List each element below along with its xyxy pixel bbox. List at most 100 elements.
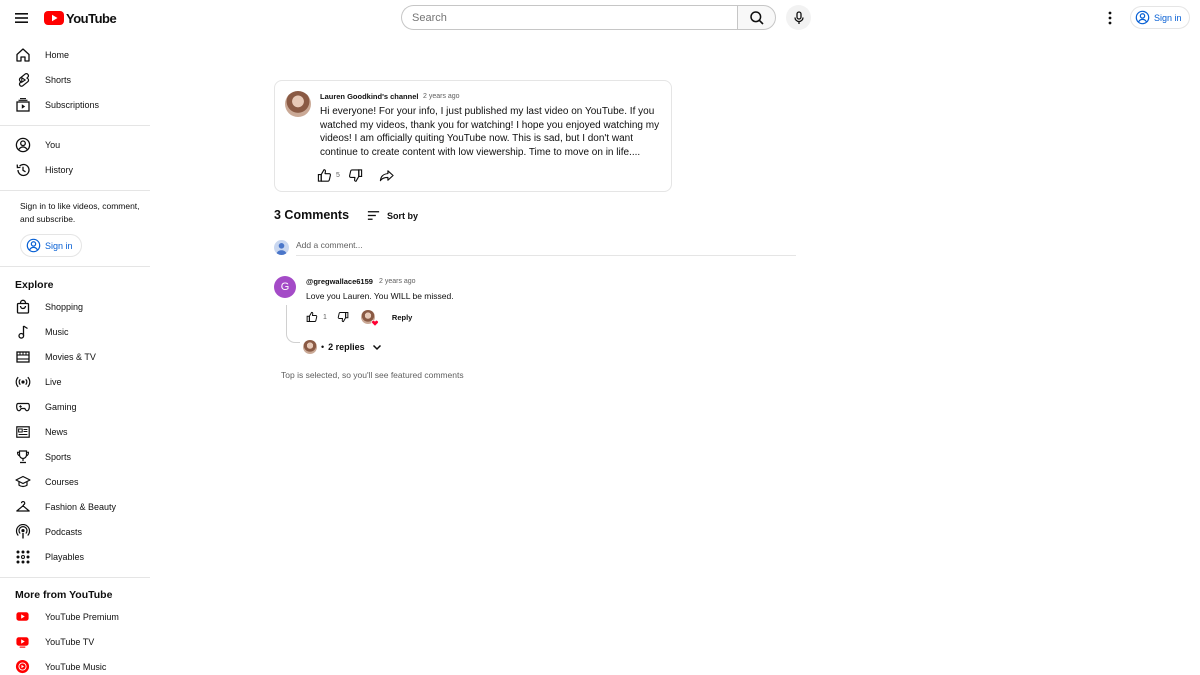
sidebar-item-fashion-beauty[interactable]: Fashion & Beauty <box>0 494 150 519</box>
account-circle-icon <box>1135 10 1150 25</box>
more-options-icon[interactable] <box>1102 8 1118 28</box>
search-input[interactable] <box>401 5 737 30</box>
thumbs-up-icon <box>317 168 332 182</box>
subscriptions-icon <box>14 96 31 113</box>
comment-timestamp[interactable]: 2 years ago <box>379 278 416 285</box>
view-replies-button[interactable]: • 2 replies <box>303 339 383 355</box>
post-timestamp[interactable]: 2 years ago <box>423 93 460 100</box>
thread-line <box>286 305 300 343</box>
post-author[interactable]: Lauren Goodkind's channel <box>320 92 418 101</box>
home-icon <box>14 46 31 63</box>
music-icon <box>14 323 31 340</box>
youtube-music-icon <box>14 658 31 675</box>
reply-author-avatar <box>303 340 317 354</box>
history-icon <box>14 161 31 178</box>
comment-actions: 1 Reply <box>306 309 412 327</box>
shopping-icon <box>14 298 31 315</box>
comment-dislike-button[interactable] <box>337 311 349 323</box>
sidebar-item-playables[interactable]: Playables <box>0 544 150 569</box>
sidebar-item-podcasts[interactable]: Podcasts <box>0 519 150 544</box>
voice-search-button[interactable] <box>786 5 811 30</box>
sign-in-button[interactable]: Sign in <box>1130 6 1190 29</box>
more-from-youtube-title: More from YouTube <box>15 589 113 601</box>
sort-by-label: Sort by <box>387 210 419 221</box>
sidebar-item-home[interactable]: Home <box>0 42 150 67</box>
sidebar-item-movies-tv[interactable]: Movies & TV <box>0 344 150 369</box>
fashion-icon <box>14 498 31 515</box>
sidebar-item-news[interactable]: News <box>0 419 150 444</box>
youtube-play-icon <box>44 11 64 25</box>
chevron-down-icon <box>372 344 381 351</box>
sort-icon <box>367 211 380 220</box>
menu-icon[interactable] <box>12 8 32 28</box>
creator-heart-badge <box>360 310 379 327</box>
sidebar-divider <box>0 577 150 578</box>
podcasts-icon <box>14 523 31 540</box>
sidebar-item-gaming[interactable]: Gaming <box>0 394 150 419</box>
share-icon <box>379 169 394 181</box>
channel-avatar[interactable] <box>285 91 311 117</box>
sidebar-item-courses[interactable]: Courses <box>0 469 150 494</box>
user-avatar <box>274 240 289 255</box>
account-circle-icon <box>26 238 41 253</box>
commenter-avatar[interactable]: G <box>274 276 296 298</box>
heart-icon <box>371 320 379 327</box>
search-button[interactable] <box>737 5 776 30</box>
replies-label: 2 replies <box>328 342 365 352</box>
post-actions: 5 <box>317 166 394 184</box>
sidebar-item-youtube-tv[interactable]: YouTube TV <box>0 629 150 654</box>
sidebar-item-youtube-premium[interactable]: YouTube Premium <box>0 604 150 629</box>
sidebar-item-sports[interactable]: Sports <box>0 444 150 469</box>
like-count: 5 <box>336 171 340 179</box>
sidebar: Home Shorts Subscriptions You History Si… <box>0 36 150 675</box>
youtube-logo[interactable]: YouTube <box>44 9 117 27</box>
youtube-premium-icon <box>14 608 31 625</box>
movies-icon <box>14 348 31 365</box>
comment-like-count: 1 <box>323 313 327 321</box>
comments-header: 3 Comments Sort by <box>274 208 418 222</box>
sign-in-prompt: Sign in to like videos, comment, and sub… <box>20 201 140 224</box>
gaming-icon <box>14 398 31 415</box>
search-icon <box>749 10 764 25</box>
featured-comments-note: Top is selected, so you'll see featured … <box>281 370 464 380</box>
masthead: YouTube Sign in <box>0 0 1200 36</box>
reply-button[interactable]: Reply <box>392 313 412 322</box>
playables-icon <box>14 548 31 565</box>
sort-by-button[interactable]: Sort by <box>366 208 418 223</box>
post-text: Hi everyone! For your info, I just publi… <box>320 106 660 158</box>
separator-dot: • <box>321 342 325 352</box>
comment-like-button[interactable] <box>306 311 318 323</box>
add-comment-input[interactable]: Add a comment... <box>296 240 796 256</box>
thumbs-down-icon <box>348 168 363 182</box>
sidebar-item-you[interactable]: You <box>0 132 150 157</box>
youtube-tv-icon <box>14 633 31 650</box>
sidebar-divider <box>0 125 150 126</box>
sidebar-item-live[interactable]: Live <box>0 369 150 394</box>
sidebar-sign-in-label: Sign in <box>45 240 73 251</box>
thumbs-down-icon <box>337 312 349 323</box>
sidebar-item-shorts[interactable]: Shorts <box>0 67 150 92</box>
sidebar-item-music[interactable]: Music <box>0 319 150 344</box>
community-post: Lauren Goodkind's channel 2 years ago Hi… <box>274 80 672 192</box>
sidebar-item-history[interactable]: History <box>0 157 150 182</box>
shorts-icon <box>14 71 31 88</box>
comments-count: 3 Comments <box>274 208 350 222</box>
sidebar-item-shopping[interactable]: Shopping <box>0 294 150 319</box>
share-button[interactable] <box>379 168 394 183</box>
logo-text: YouTube <box>66 10 117 26</box>
explore-title: Explore <box>15 279 54 291</box>
comment-author[interactable]: @gregwallace6159 <box>306 277 373 286</box>
sidebar-item-youtube-music[interactable]: YouTube Music <box>0 654 150 675</box>
news-icon <box>14 423 31 440</box>
comment-text: Love you Lauren. You WILL be missed. <box>306 291 454 301</box>
dislike-button[interactable] <box>348 168 363 183</box>
sports-icon <box>14 448 31 465</box>
sidebar-item-subscriptions[interactable]: Subscriptions <box>0 92 150 117</box>
sidebar-divider <box>0 266 150 267</box>
sidebar-sign-in-button[interactable]: Sign in <box>20 234 82 257</box>
like-button[interactable] <box>317 168 332 183</box>
account-icon <box>14 136 31 153</box>
sidebar-divider <box>0 190 150 191</box>
live-icon <box>14 373 31 390</box>
sign-in-label: Sign in <box>1154 12 1182 23</box>
